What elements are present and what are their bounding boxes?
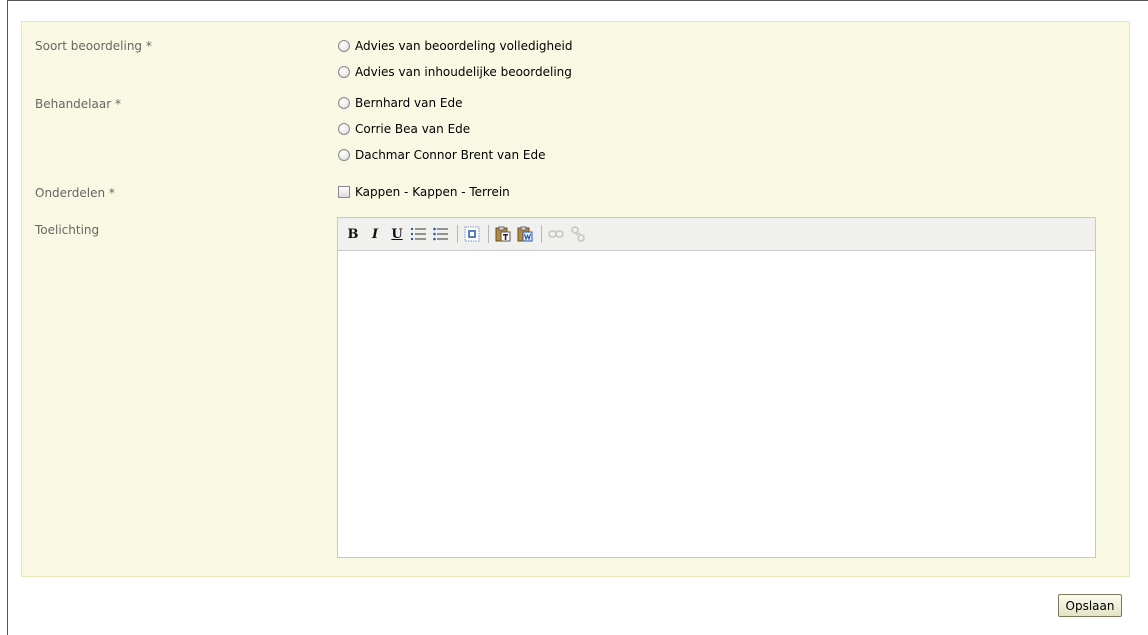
radio-behandelaar-bernhard[interactable]: Bernhard van Ede bbox=[338, 95, 463, 111]
window-border-left bbox=[7, 0, 8, 635]
toolbar-separator bbox=[541, 225, 542, 243]
underline-icon[interactable]: U bbox=[387, 224, 407, 244]
checkbox-label: Kappen - Kappen - Terrein bbox=[355, 185, 510, 199]
behandelaar-label: Behandelaar * bbox=[35, 97, 121, 111]
radio-button[interactable] bbox=[338, 40, 350, 52]
radio-label: Dachmar Connor Brent van Ede bbox=[355, 148, 546, 162]
rich-text-editor: B I U bbox=[337, 217, 1096, 558]
radio-soort-volledigheid[interactable]: Advies van beoordeling volledigheid bbox=[338, 38, 573, 54]
soort-beoordeling-label: Soort beoordeling * bbox=[35, 39, 152, 53]
select-all-icon[interactable] bbox=[462, 224, 482, 244]
toolbar-separator bbox=[457, 225, 458, 243]
radio-label: Advies van inhoudelijke beoordeling bbox=[355, 65, 572, 79]
onderdelen-label: Onderdelen * bbox=[35, 186, 115, 200]
radio-label: Corrie Bea van Ede bbox=[355, 122, 471, 136]
link-icon[interactable] bbox=[546, 224, 566, 244]
radio-label: Advies van beoordeling volledigheid bbox=[355, 39, 573, 53]
radio-button[interactable] bbox=[338, 123, 350, 135]
radio-soort-inhoudelijk[interactable]: Advies van inhoudelijke beoordeling bbox=[338, 64, 572, 80]
radio-behandelaar-corrie[interactable]: Corrie Bea van Ede bbox=[338, 121, 470, 137]
toolbar-separator bbox=[488, 225, 489, 243]
radio-button[interactable] bbox=[338, 97, 350, 109]
bold-icon[interactable]: B bbox=[343, 224, 363, 244]
bullet-list-icon[interactable] bbox=[431, 224, 451, 244]
checkbox[interactable] bbox=[338, 186, 350, 198]
radio-behandelaar-dachmar[interactable]: Dachmar Connor Brent van Ede bbox=[338, 147, 545, 163]
italic-icon[interactable]: I bbox=[365, 224, 385, 244]
unlink-icon[interactable] bbox=[568, 224, 588, 244]
paste-word-icon[interactable] bbox=[515, 224, 535, 244]
radio-label: Bernhard van Ede bbox=[355, 96, 463, 110]
ordered-list-icon[interactable] bbox=[409, 224, 429, 244]
checkbox-onderdelen-kappen[interactable]: Kappen - Kappen - Terrein bbox=[338, 184, 510, 200]
toelichting-textarea[interactable] bbox=[338, 251, 1095, 557]
save-button[interactable]: Opslaan bbox=[1058, 594, 1122, 617]
paste-text-icon[interactable] bbox=[493, 224, 513, 244]
editor-toolbar: B I U bbox=[338, 218, 1095, 251]
toelichting-label: Toelichting bbox=[35, 223, 100, 237]
radio-button[interactable] bbox=[338, 149, 350, 161]
form-panel: Soort beoordeling * Advies van beoordeli… bbox=[21, 21, 1130, 577]
radio-button[interactable] bbox=[338, 66, 350, 78]
window-border-top bbox=[7, 0, 1148, 1]
